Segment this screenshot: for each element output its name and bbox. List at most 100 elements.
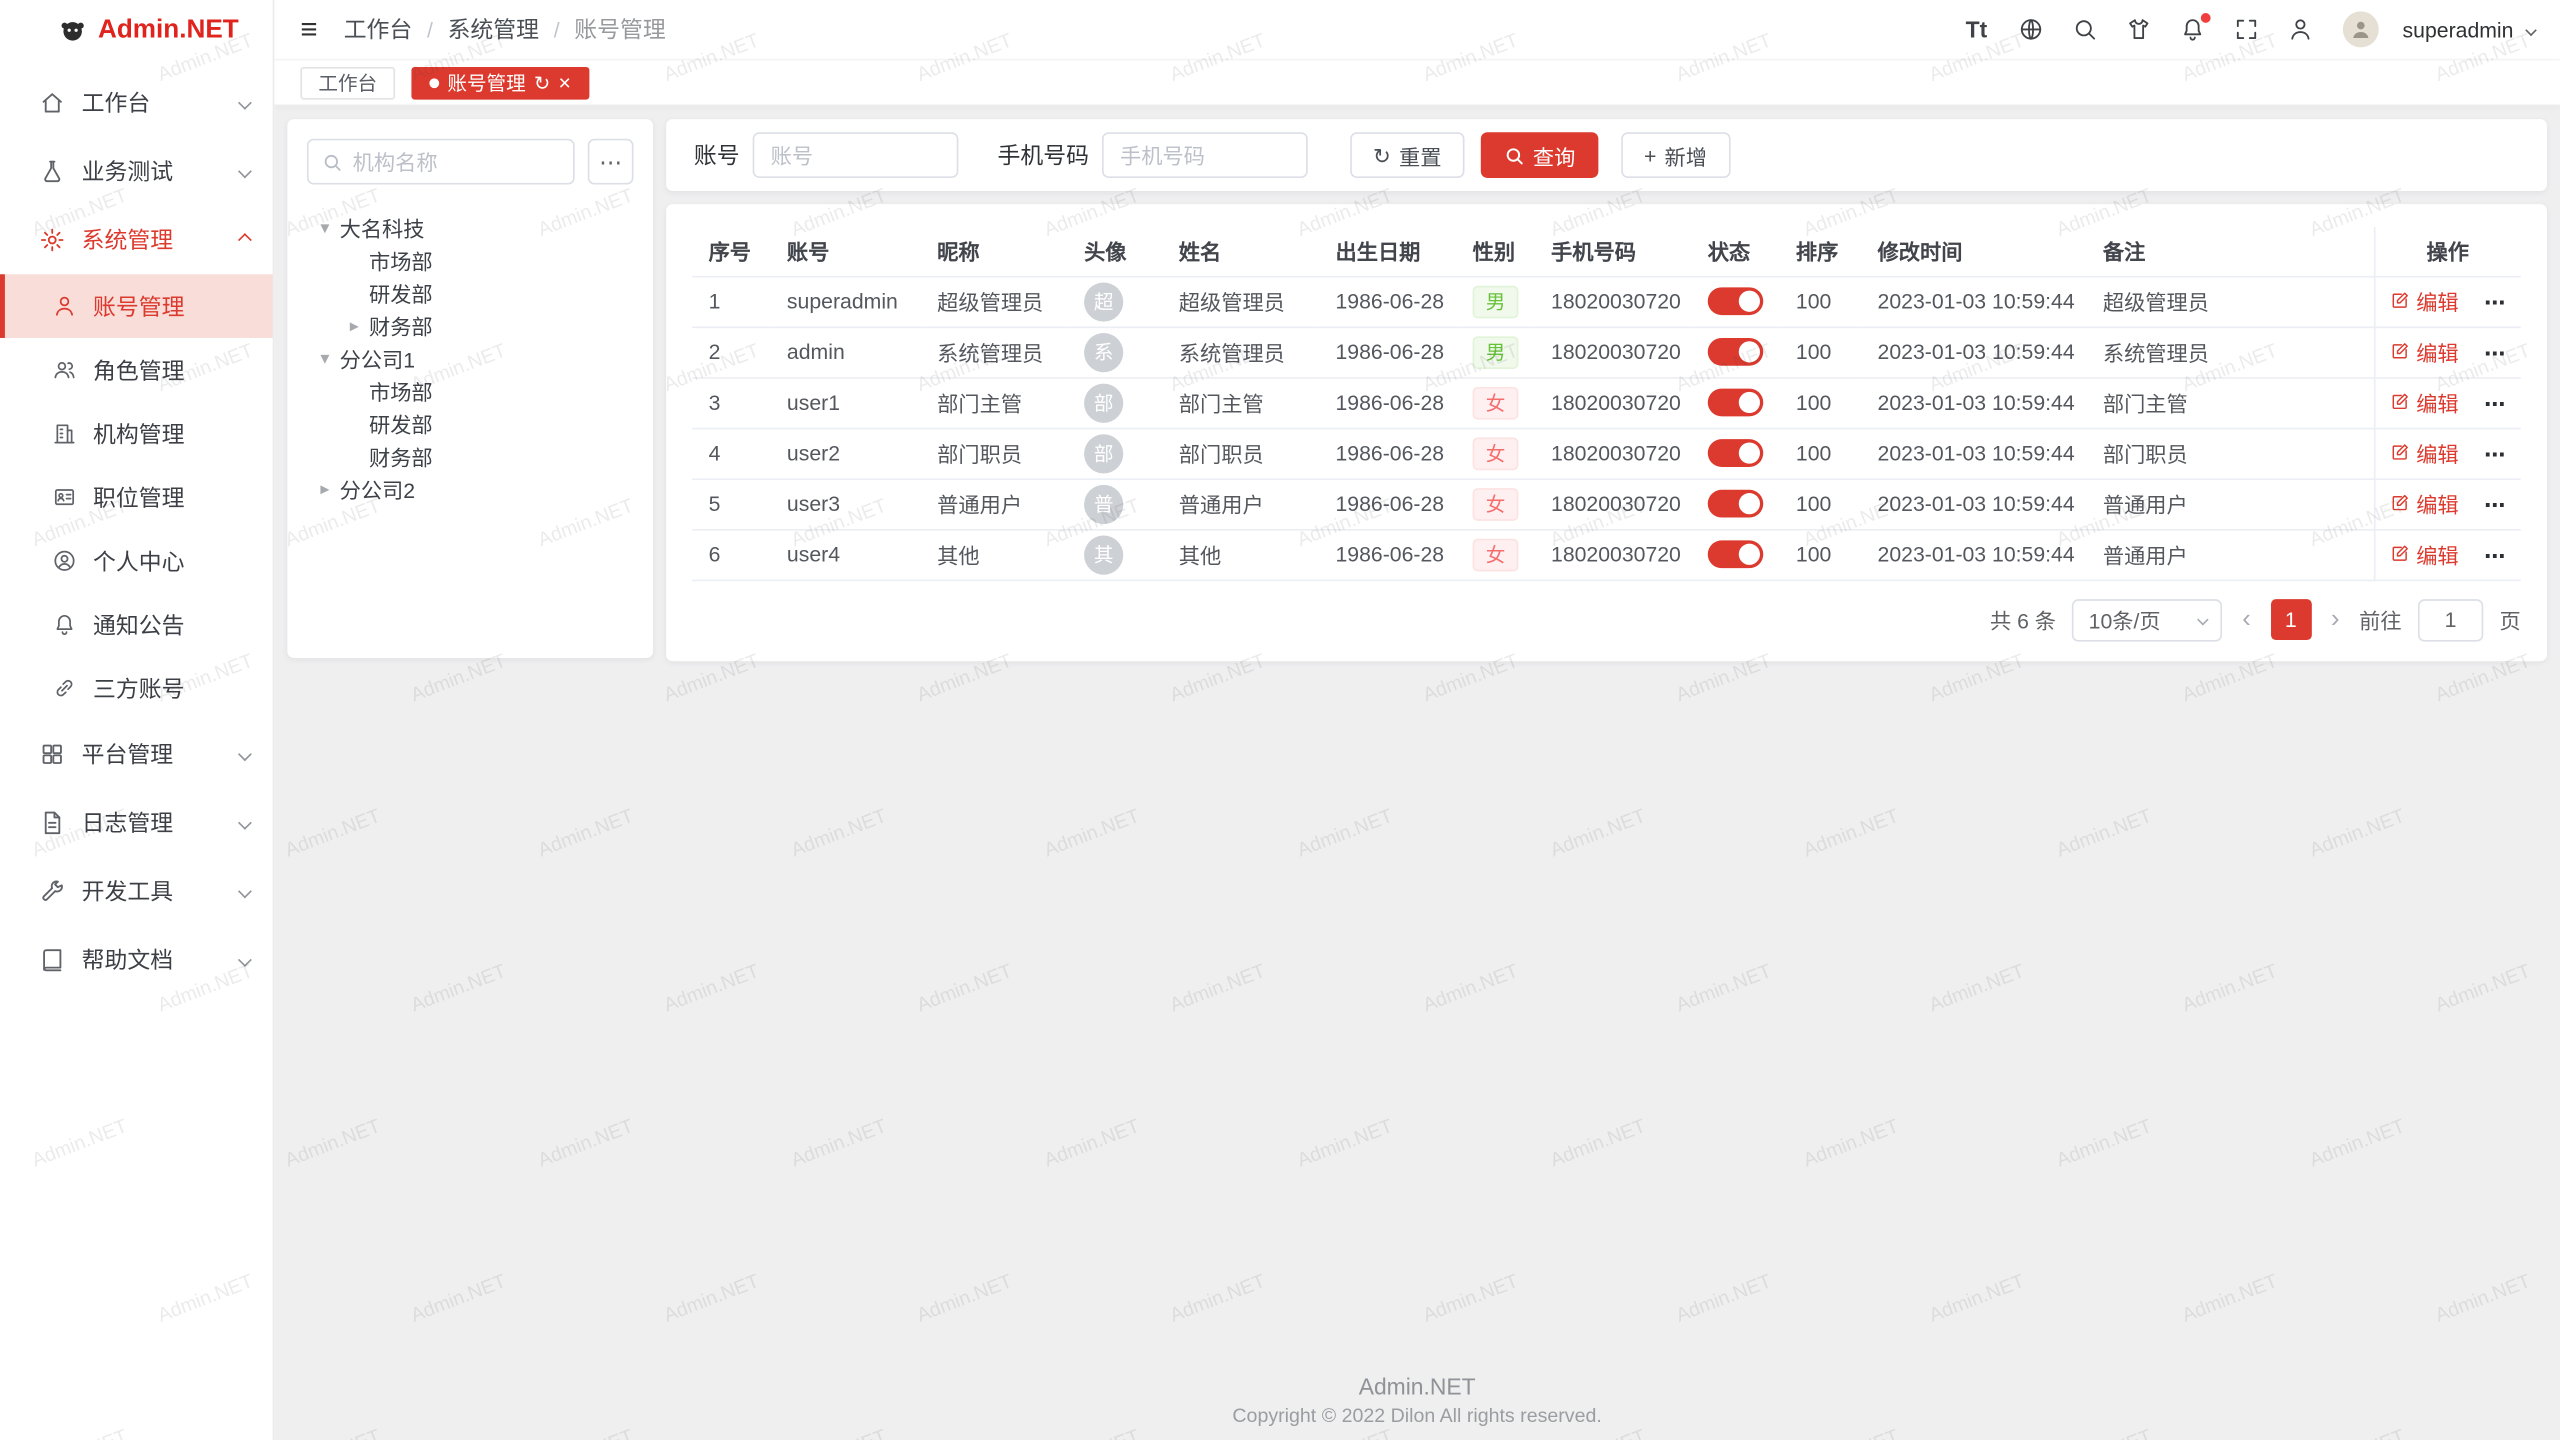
table-cell: 18020030720 (1535, 529, 1692, 580)
sidebar-item-position-mgmt[interactable]: 职位管理 (0, 465, 273, 529)
user-settings-icon[interactable] (2285, 15, 2314, 44)
tab-refresh-icon[interactable]: ↻ (534, 73, 550, 93)
topbar-actions: Tt superadmin (1962, 11, 2534, 47)
phone-filter-input[interactable] (1102, 132, 1308, 178)
caret-right-icon[interactable]: ▸ (343, 314, 366, 335)
tree-node[interactable]: ▾ 大名科技 (307, 211, 634, 244)
tab-workbench[interactable]: 工作台 (300, 66, 395, 99)
table-cell: 1986-06-28 (1319, 276, 1456, 327)
caret-down-icon[interactable]: ▾ (313, 216, 336, 237)
tab-account-mgmt[interactable]: 账号管理 ↻ × (411, 66, 588, 99)
avatar: 其 (1084, 535, 1123, 574)
breadcrumb-item[interactable]: 系统管理 (448, 13, 539, 46)
status-toggle[interactable] (1708, 338, 1764, 366)
table-cell: 部 (1068, 377, 1163, 428)
row-more-button[interactable]: ⋯ (2484, 342, 2505, 366)
breadcrumb-item[interactable]: 工作台 (344, 13, 413, 46)
search-icon[interactable] (2069, 15, 2098, 44)
tree-node[interactable]: 研发部 (307, 407, 634, 440)
sidebar-item-platform[interactable]: 平台管理 (0, 720, 273, 789)
notification-icon[interactable] (2177, 15, 2206, 44)
prev-page-button[interactable]: ‹ (2239, 607, 2254, 633)
filter-bar: 账号 手机号码 ↻ 重置 查询 + 新增 (666, 119, 2547, 191)
table-cell: 18020030720 (1535, 478, 1692, 529)
status-toggle[interactable] (1708, 490, 1764, 518)
tree-node[interactable]: ▸ 财务部 (307, 309, 634, 342)
sidebar-item-org-mgmt[interactable]: 机构管理 (0, 402, 273, 466)
table-cell: 普通用户 (921, 478, 1068, 529)
status-toggle[interactable] (1708, 439, 1764, 467)
status-toggle[interactable] (1708, 287, 1764, 315)
row-more-button[interactable]: ⋯ (2484, 392, 2505, 416)
globe-icon[interactable] (2016, 15, 2045, 44)
home-icon (39, 90, 65, 116)
query-button[interactable]: 查询 (1481, 132, 1599, 178)
topbar: ≡ 工作台 / 系统管理 / 账号管理 Tt supera (274, 0, 2560, 60)
org-search-input[interactable] (353, 149, 560, 173)
table-cell: 其他 (1162, 529, 1319, 580)
page-size-select[interactable]: 10条/页 (2072, 598, 2222, 640)
footer: Admin.NET Copyright © 2022 Dilon All rig… (274, 1371, 2560, 1430)
add-button[interactable]: + 新增 (1621, 132, 1730, 178)
edit-button[interactable]: 编辑 (2390, 336, 2459, 367)
tree-node[interactable]: 研发部 (307, 276, 634, 309)
tree-more-button[interactable]: ⋯ (588, 139, 634, 185)
sidebar-item-workbench[interactable]: 工作台 (0, 69, 273, 138)
table-row: 1 superadmin 超级管理员 超 超级管理员 1986-06-28 男 … (692, 276, 2521, 327)
logo[interactable]: Admin.NET (0, 0, 273, 60)
table-row: 6 user4 其他 其 其他 1986-06-28 女 18020030720… (692, 529, 2521, 580)
tree-node[interactable]: ▾ 分公司1 (307, 341, 634, 374)
sidebar-item-system[interactable]: 系统管理 (0, 206, 273, 275)
tree-node[interactable]: 财务部 (307, 439, 634, 472)
goto-page-input[interactable] (2418, 598, 2483, 640)
edit-button[interactable]: 编辑 (2390, 538, 2459, 569)
caret-down-icon[interactable]: ▾ (313, 347, 336, 368)
pencil-icon (2390, 291, 2410, 311)
refresh-icon: ↻ (1373, 144, 1391, 165)
sidebar-item-account-mgmt[interactable]: 账号管理 (0, 274, 273, 338)
caret-right-icon[interactable]: ▸ (313, 478, 336, 499)
table-cell (1691, 377, 1779, 428)
file-text-icon (39, 810, 65, 836)
row-more-button[interactable]: ⋯ (2484, 443, 2505, 467)
table-cell: 18020030720 (1535, 327, 1692, 378)
fullscreen-icon[interactable] (2231, 15, 2260, 44)
hamburger-icon[interactable]: ≡ (300, 15, 317, 44)
table-cell: 3 (692, 377, 770, 428)
theme-icon[interactable] (2123, 15, 2152, 44)
edit-button[interactable]: 编辑 (2390, 437, 2459, 468)
edit-button[interactable]: 编辑 (2390, 488, 2459, 519)
row-more-button[interactable]: ⋯ (2484, 291, 2505, 315)
tree-node[interactable]: 市场部 (307, 243, 634, 276)
sidebar-item-third-party-account[interactable]: 三方账号 (0, 656, 273, 720)
username[interactable]: superadmin (2403, 17, 2514, 41)
account-filter-input[interactable] (753, 132, 959, 178)
status-toggle[interactable] (1708, 540, 1764, 568)
table-cell: 超级管理员 (921, 276, 1068, 327)
table-cell: 系统管理员 (2087, 327, 2374, 378)
tree-node[interactable]: 市场部 (307, 374, 634, 407)
tab-close-icon[interactable]: × (559, 72, 571, 93)
status-toggle[interactable] (1708, 389, 1764, 417)
next-page-button[interactable]: › (2328, 607, 2343, 633)
row-more-button[interactable]: ⋯ (2484, 544, 2505, 568)
breadcrumb-item-current: 账号管理 (574, 13, 665, 46)
sidebar-item-role-mgmt[interactable]: 角色管理 (0, 338, 273, 402)
table-cell: 部门主管 (1162, 377, 1319, 428)
sidebar-item-help-docs[interactable]: 帮助文档 (0, 926, 273, 995)
system-submenu: 账号管理 角色管理 机构管理 职位管理 个人中心 (0, 274, 273, 720)
sidebar-item-logs[interactable]: 日志管理 (0, 789, 273, 858)
sidebar-item-notice[interactable]: 通知公告 (0, 593, 273, 657)
edit-button[interactable]: 编辑 (2390, 387, 2459, 418)
reset-button[interactable]: ↻ 重置 (1350, 132, 1464, 178)
edit-button[interactable]: 编辑 (2390, 285, 2459, 316)
sidebar-item-dev-tools[interactable]: 开发工具 (0, 857, 273, 926)
font-size-icon[interactable]: Tt (1962, 15, 1991, 44)
table-cell: user3 (771, 478, 921, 529)
tree-node[interactable]: ▸ 分公司2 (307, 472, 634, 505)
row-more-button[interactable]: ⋯ (2484, 493, 2505, 517)
page-number-current[interactable]: 1 (2270, 599, 2311, 640)
sidebar-item-business-test[interactable]: 业务测试 (0, 137, 273, 206)
avatar[interactable] (2342, 11, 2378, 47)
sidebar-item-personal-center[interactable]: 个人中心 (0, 529, 273, 593)
